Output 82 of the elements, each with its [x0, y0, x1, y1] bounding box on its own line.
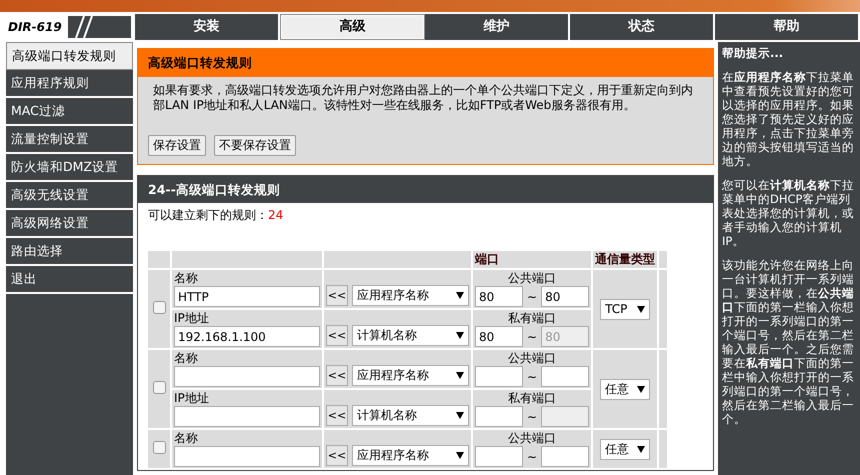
action-button[interactable]: 保存设置	[148, 134, 206, 156]
dropdown-value: 应用程序名称	[357, 368, 429, 384]
field-label: 私有端口	[507, 311, 558, 326]
field-label: 名称	[174, 431, 199, 446]
logo-text: DIR-619	[2, 16, 68, 38]
copy-button[interactable]: <<	[326, 325, 348, 346]
caret-icon	[456, 292, 464, 300]
input-field[interactable]: 80	[475, 286, 523, 308]
dropdown-value: TCP	[605, 302, 628, 317]
dropdown-value: 计算机名称	[357, 328, 417, 344]
nav-tab[interactable]: 帮助	[715, 14, 860, 40]
caret-icon	[637, 446, 646, 453]
table-cell	[659, 430, 668, 468]
copy-button[interactable]: <<	[326, 405, 348, 426]
tilde-text: ~	[527, 290, 538, 304]
dropdown[interactable]: 计算机名称	[352, 325, 469, 346]
dropdown-value: 应用程序名称	[357, 288, 429, 304]
panel-header: 24--高级端口转发规则	[138, 176, 713, 204]
input-field[interactable]	[475, 446, 523, 468]
table-cell	[148, 251, 170, 268]
caret-icon	[456, 372, 464, 380]
dropdown-value: 计算机名称	[357, 408, 417, 424]
panel-header: 高级端口转发规则	[138, 49, 713, 77]
dropdown[interactable]: 任意	[600, 378, 650, 400]
dropdown-value: 任意	[605, 382, 630, 397]
input-field[interactable]	[174, 446, 320, 468]
checkbox[interactable]	[152, 380, 166, 394]
field-label: 私有端口	[507, 391, 558, 406]
dropdown[interactable]: 应用程序名称	[352, 285, 469, 306]
tilde-text: ~	[527, 330, 538, 344]
input-field[interactable]	[475, 406, 523, 428]
dropdown[interactable]: 应用程序名称	[352, 365, 469, 386]
caret-icon	[637, 386, 646, 393]
column-header: 端口	[473, 251, 592, 268]
help-paragraph: 该功能允许您在网络上向一台计算机打开一系列端口。要这样做，在公共端口下面的第一栏输入你想打开的一系列端口的第一个端口号，然后在第二栏输入最后一个。之后您需要在私有端口下面的第一栏中输入你想打开的一系列端口的第一个端口号，然后在第二栏输入最后一个。	[722, 258, 855, 426]
input-field[interactable]: 192.168.1.100	[174, 326, 320, 348]
caret-icon	[456, 332, 464, 340]
input-field[interactable]	[541, 366, 590, 388]
dropdown[interactable]: TCP	[600, 298, 650, 320]
checkbox[interactable]	[152, 300, 166, 314]
nav-tab[interactable]: 维护	[425, 14, 570, 40]
copy-button[interactable]: <<	[326, 285, 348, 306]
caret-icon	[456, 452, 464, 460]
help-paragraph: 在应用程序名称下拉菜单中查看预先设置好的您可以选择的应用程序。如果您选择了预先定义好的应用程序，点击下拉菜单旁边的箭头按钮填写适当的地方。	[722, 70, 855, 168]
remaining-text: 可以建立剩下的规则：24	[147, 207, 284, 224]
copy-button[interactable]: <<	[326, 445, 348, 466]
nav-tab[interactable]: 高级	[280, 14, 425, 40]
caret-icon	[456, 412, 464, 420]
dropdown[interactable]: 计算机名称	[352, 405, 469, 426]
checkbox[interactable]	[152, 440, 166, 454]
table-cell	[659, 251, 668, 268]
field-label: IP地址	[174, 311, 210, 326]
help-title: 帮助提示...	[722, 46, 784, 60]
input-field[interactable]	[174, 366, 320, 388]
tilde-text: ~	[527, 410, 538, 424]
input-field[interactable]: HTTP	[174, 286, 320, 308]
dropdown[interactable]: 应用程序名称	[352, 445, 469, 466]
nav-tab[interactable]: 安装	[135, 14, 280, 40]
caret-icon	[637, 306, 646, 313]
dropdown-value: 应用程序名称	[357, 448, 429, 464]
copy-button[interactable]: <<	[326, 365, 348, 386]
dropdown[interactable]: 任意	[600, 438, 650, 460]
field-label: 公共端口	[507, 351, 558, 366]
tilde-text: ~	[527, 450, 538, 464]
field-label: 公共端口	[507, 431, 558, 446]
action-button[interactable]: 不要保存设置	[214, 134, 296, 156]
field-label: IP地址	[174, 391, 210, 406]
input-field[interactable]	[475, 366, 523, 388]
input-field[interactable]: 80	[475, 326, 523, 348]
input-field[interactable]	[541, 446, 590, 468]
field-label: 名称	[174, 271, 199, 286]
intro-text: 如果有要求，高级端口转发选项允许用户对您路由器上的一个单个公共端口下定义，用于重新定向到内部LAN IP地址和私人LAN端口。该特性对一些在线服务，比如FTP或者Web服务器很有用。	[152, 82, 694, 113]
field-label: 名称	[174, 351, 199, 366]
tilde-text: ~	[527, 370, 538, 384]
nav-tab[interactable]: 状态	[570, 14, 715, 40]
column-header: 通信量类型	[593, 251, 658, 268]
help-paragraph: 您可以在计算机名称下拉菜单中的DHCP客户端列表处选择您的计算机，或者手动输入您的计算机IP。	[722, 178, 855, 248]
input-field[interactable]: 80	[541, 286, 590, 308]
field-label: 公共端口	[507, 271, 558, 286]
input-field[interactable]	[174, 406, 320, 428]
dropdown-value: 任意	[605, 442, 630, 457]
sidebar-item[interactable]: 高级端口转发规则	[6, 42, 133, 70]
